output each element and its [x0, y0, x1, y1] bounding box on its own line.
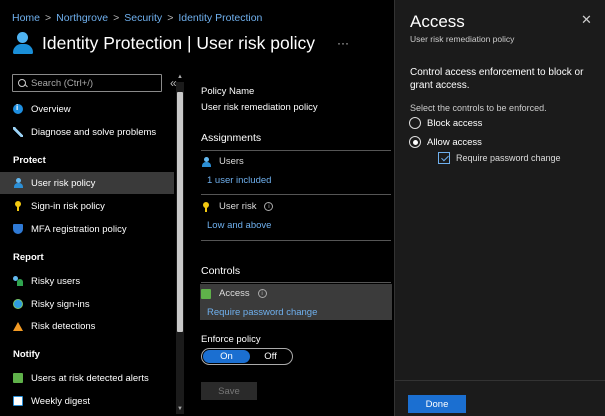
user-risk-link[interactable]: Low and above [207, 220, 271, 231]
divider [201, 240, 391, 241]
breadcrumb: Home > Northgrove > Security > Identity … [12, 12, 262, 24]
breadcrumb-separator: > [45, 12, 52, 24]
sidebar-item-risk-detections[interactable]: Risk detections [0, 315, 174, 337]
panel-description: Control access enforcement to block or g… [410, 67, 584, 91]
section-notify: Notify [13, 349, 40, 360]
divider [201, 282, 391, 283]
save-button[interactable]: Save [201, 382, 257, 400]
breadcrumb-separator: > [167, 12, 174, 24]
section-report: Report [13, 252, 44, 263]
sidebar-item-label: Risky sign-ins [31, 298, 90, 310]
sidebar-item-overview[interactable]: Overview [0, 98, 174, 120]
allow-access-option[interactable]: Allow access [409, 136, 482, 148]
sidebar-item-label: Diagnose and solve problems [31, 126, 157, 138]
sidebar-item-label: Sign-in risk policy [31, 200, 105, 212]
identity-user-icon [12, 30, 34, 56]
divider [201, 150, 391, 151]
policy-name-label: Policy Name [201, 86, 255, 97]
policy-pane: Policy Name User risk remediation policy… [196, 70, 396, 416]
users-icon [201, 156, 211, 167]
search-input[interactable]: Search (Ctrl+/) [12, 74, 162, 92]
access-panel: Access User risk remediation policy ✕ Co… [394, 0, 605, 416]
close-icon[interactable]: ✕ [581, 12, 592, 28]
panel-subtitle: User risk remediation policy [410, 34, 515, 44]
globe-icon [13, 299, 23, 309]
toggle-on[interactable]: On [203, 350, 250, 363]
allow-access-radio[interactable] [409, 136, 421, 148]
sidebar-item-label: MFA registration policy [31, 223, 127, 235]
controls-heading: Controls [201, 265, 241, 277]
info-circle-icon[interactable]: i [257, 289, 267, 298]
sidebar-item-sign-in-risk-policy[interactable]: Sign-in risk policy [0, 195, 174, 217]
users-link[interactable]: 1 user included [207, 175, 271, 186]
sidebar-item-label: Risk detections [31, 320, 96, 332]
users-label: Users [219, 156, 244, 167]
sidebar-item-label: User risk policy [31, 177, 96, 189]
block-access-radio[interactable] [409, 117, 421, 129]
panel-footer: Done [395, 380, 605, 416]
done-button[interactable]: Done [408, 395, 466, 413]
breadcrumb-identity-protection[interactable]: Identity Protection [178, 12, 262, 24]
user-icon [13, 178, 23, 188]
breadcrumb-tenant[interactable]: Northgrove [56, 12, 108, 24]
scroll-down-icon[interactable]: ▼ [177, 406, 183, 412]
scroll-up-icon[interactable]: ▲ [177, 74, 183, 80]
toggle-off[interactable]: Off [250, 350, 291, 363]
sidebar-item-user-risk-policy[interactable]: User risk policy [0, 172, 174, 194]
access-link[interactable]: Require password change [207, 307, 317, 318]
breadcrumb-separator: > [113, 12, 120, 24]
sidebar-item-risky-users[interactable]: Risky users [0, 270, 174, 292]
breadcrumb-security[interactable]: Security [124, 12, 162, 24]
block-access-label: Block access [427, 117, 483, 129]
enforce-policy-label: Enforce policy [201, 334, 261, 345]
assignments-heading: Assignments [201, 132, 262, 144]
sidebar-item-weekly-digest[interactable]: Weekly digest [0, 390, 174, 412]
risk-icon [201, 201, 211, 212]
block-access-option[interactable]: Block access [409, 117, 482, 129]
page-title: Identity Protection | User risk policy [42, 32, 315, 53]
sidebar-scrollbar[interactable] [176, 82, 184, 414]
sidebar-item-mfa-registration-policy[interactable]: MFA registration policy [0, 218, 174, 240]
sidebar-item-label: Risky users [31, 275, 81, 287]
user-risk-row: User risk i [201, 201, 274, 212]
users-row: Users [201, 156, 244, 167]
search-icon [18, 78, 27, 88]
require-password-checkbox[interactable] [438, 152, 450, 164]
sidebar-item-risky-sign-ins[interactable]: Risky sign-ins [0, 293, 174, 315]
wrench-icon [13, 127, 23, 137]
sidebar-item-label: Weekly digest [31, 395, 90, 407]
key-icon [13, 201, 23, 211]
policy-name-value: User risk remediation policy [201, 102, 318, 113]
enforce-policy-toggle[interactable]: On Off [201, 348, 293, 365]
sidebar-item-label: Overview [31, 103, 71, 115]
alert-icon [13, 373, 23, 383]
scrollbar-thumb[interactable] [177, 92, 183, 332]
panel-hint: Select the controls to be enforced. [410, 103, 547, 113]
sidebar: Search (Ctrl+/) « Overview Diagnose and … [0, 70, 186, 416]
info-circle-icon[interactable]: i [264, 202, 274, 211]
risky-users-icon [13, 276, 23, 286]
divider [201, 194, 391, 195]
shield-icon [13, 224, 23, 234]
warning-icon [13, 321, 23, 331]
sidebar-item-diagnose[interactable]: Diagnose and solve problems [0, 121, 174, 143]
breadcrumb-home[interactable]: Home [12, 12, 40, 24]
access-label: Access [219, 288, 250, 299]
section-protect: Protect [13, 155, 46, 166]
info-icon [13, 103, 23, 114]
require-password-label: Require password change [456, 153, 561, 163]
access-row: Access i [201, 288, 267, 299]
sidebar-item-users-at-risk-alerts[interactable]: Users at risk detected alerts [0, 367, 174, 389]
panel-title: Access [410, 12, 465, 31]
more-options-icon[interactable]: ··· [337, 36, 349, 50]
digest-icon [13, 396, 23, 406]
allow-access-label: Allow access [427, 136, 482, 148]
access-icon [201, 288, 211, 299]
require-password-option[interactable]: Require password change [438, 152, 561, 164]
user-risk-label: User risk [219, 201, 257, 212]
search-placeholder: Search (Ctrl+/) [31, 77, 94, 89]
sidebar-item-label: Users at risk detected alerts [31, 372, 149, 384]
page-header: Identity Protection | User risk policy ·… [12, 30, 392, 56]
